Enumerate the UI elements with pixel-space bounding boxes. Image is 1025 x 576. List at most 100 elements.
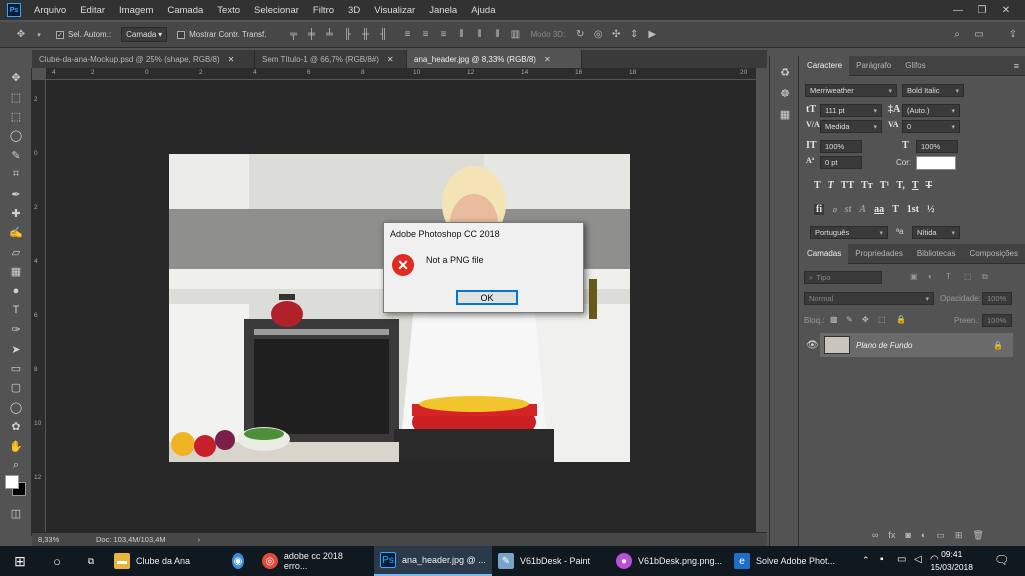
zoom-level[interactable]: 8,33% — [38, 535, 86, 544]
tray-app-icon[interactable]: ▪ — [880, 554, 884, 565]
new-layer-icon[interactable]: ⊞ — [955, 530, 963, 541]
distribute-bottom-icon[interactable]: ≡ — [437, 28, 451, 42]
tab-composicoes[interactable]: Composições — [963, 244, 1025, 264]
layer-mask-icon[interactable]: ◙ — [905, 530, 910, 541]
tab-caractere[interactable]: Caractere — [800, 55, 850, 76]
drag-3d-icon[interactable]: ✣ — [609, 28, 623, 42]
menu-texto[interactable]: Texto — [210, 5, 247, 16]
minimize-icon[interactable]: — — [946, 0, 970, 20]
faux-bold-button[interactable]: T — [814, 180, 821, 191]
align-hcenter-icon[interactable]: ╫ — [359, 28, 373, 42]
menu-selecionar[interactable]: Selecionar — [247, 5, 306, 16]
horizontal-scale-field[interactable]: 100% — [916, 140, 958, 153]
taskbar-paint[interactable]: ✎ V61bDesk - Paint — [492, 546, 610, 576]
lock-all-icon[interactable]: 🔒 — [896, 315, 906, 324]
small-caps-button[interactable]: Tт — [861, 180, 873, 191]
antialias-select[interactable]: Nítida ▾ — [912, 226, 960, 239]
taskbar-edge[interactable]: e Solve Adobe Phot... — [728, 546, 846, 576]
tracking-field[interactable]: 0 ▾ — [902, 120, 960, 133]
restore-icon[interactable]: ❐ — [970, 0, 994, 20]
font-style-select[interactable]: Bold Italic ▾ — [902, 84, 964, 97]
subscript-button[interactable]: T, — [896, 180, 904, 191]
orbit-3d-icon[interactable]: ↻ — [573, 28, 587, 42]
distribute-left-icon[interactable]: ⦀ — [455, 28, 469, 42]
horizontal-ruler[interactable]: 4 2 0 2 4 6 8 10 12 14 16 18 20 — [46, 68, 756, 80]
close-tab-icon[interactable]: ✕ — [387, 55, 394, 64]
hand-tool-icon[interactable]: ✋ — [0, 436, 32, 455]
old-style-button[interactable]: ℴ — [832, 204, 837, 215]
history-icon[interactable]: ♻ — [770, 62, 800, 83]
faux-italic-button[interactable]: T — [828, 180, 834, 191]
filter-pixel-icon[interactable]: ▣ — [910, 272, 918, 281]
task-view-button[interactable]: ⧉ — [74, 546, 108, 576]
system-clock[interactable]: 09:41 15/03/2018 — [930, 548, 973, 574]
font-size-field[interactable]: 111 pt ▾ — [820, 104, 882, 117]
font-family-select[interactable]: Merriweather ▾ — [805, 84, 897, 97]
tray-chevron-icon[interactable]: ⌃ — [862, 555, 870, 566]
scale-3d-icon[interactable]: ▶ — [645, 28, 659, 42]
tab-paragrafo[interactable]: Parágrafo — [849, 56, 898, 76]
menu-3d[interactable]: 3D — [341, 5, 367, 16]
status-menu-icon[interactable]: › — [198, 535, 201, 544]
titling-alternates-button[interactable]: T — [892, 204, 899, 215]
tool-preset-dropdown-icon[interactable]: ▾ — [32, 28, 46, 42]
move-tool-icon[interactable]: ✥ — [0, 68, 32, 87]
text-color-swatch[interactable] — [916, 156, 956, 170]
eraser-tool-icon[interactable]: ▱ — [0, 243, 32, 262]
all-caps-button[interactable]: TT — [841, 180, 854, 191]
search-icon[interactable]: ⌕ — [950, 28, 964, 42]
type-tool-icon[interactable]: T — [0, 301, 32, 320]
healing-brush-tool-icon[interactable]: ✚ — [0, 204, 32, 223]
vertical-scale-field[interactable]: 100% — [820, 140, 862, 153]
strikethrough-button[interactable]: T — [926, 180, 933, 191]
taskbar-chrome[interactable]: ◎ adobe cc 2018 erro... — [256, 546, 374, 576]
taskbar-app-globe[interactable]: ◉ — [226, 546, 256, 576]
search-button[interactable]: ○ — [40, 546, 74, 576]
tab-propriedades[interactable]: Propriedades — [848, 244, 910, 264]
distribute-hcenter-icon[interactable]: ⦀ — [473, 28, 487, 42]
distribute-right-icon[interactable]: ⦀ — [491, 28, 505, 42]
close-tab-icon[interactable]: ✕ — [544, 55, 551, 64]
opacity-field[interactable]: 100% — [982, 292, 1012, 305]
baseline-shift-field[interactable]: 0 pt — [820, 156, 862, 169]
auto-select-dropdown[interactable]: Camada ▾ — [121, 27, 168, 42]
panel-menu-icon[interactable]: ≡ — [1014, 61, 1019, 71]
quick-mask-icon[interactable]: ◫ — [0, 504, 32, 523]
align-right-icon[interactable]: ╢ — [377, 28, 391, 42]
taskbar-clube-da-ana[interactable]: ▬ Clube da Ana — [108, 546, 226, 576]
share-icon[interactable]: ⇪ — [1006, 28, 1020, 42]
swash-button[interactable]: A — [859, 204, 866, 215]
filter-adjustment-icon[interactable]: ◐ — [928, 272, 933, 281]
tab-clube-da-ana-mockup[interactable]: Clube-da-ana-Mockup.psd @ 25% (shape, RG… — [32, 50, 255, 68]
custom-shape-tool-icon[interactable]: ✿ — [0, 417, 32, 436]
lock-artboard-icon[interactable]: ⬚ — [878, 315, 886, 324]
menu-camada[interactable]: Camada — [160, 5, 210, 16]
ligatures-button[interactable]: fi — [814, 204, 825, 215]
show-transform-checkbox[interactable] — [177, 30, 186, 39]
filter-type-icon[interactable]: T — [946, 272, 951, 281]
eyedropper-tool-icon[interactable]: ✒ — [0, 184, 32, 203]
menu-filtro[interactable]: Filtro — [306, 5, 341, 16]
fractions-button[interactable]: ½ — [927, 204, 935, 215]
foreground-color-swatch[interactable] — [5, 475, 19, 489]
tab-sem-titulo-1[interactable]: Sem Título-1 @ 66,7% (RGB/8#) ✕ — [255, 50, 407, 68]
lasso-tool-icon[interactable]: ◯ — [0, 126, 32, 145]
discretionary-ligatures-button[interactable]: st — [845, 204, 852, 215]
brush-tool-icon[interactable]: ✍ — [0, 223, 32, 242]
menu-visualizar[interactable]: Visualizar — [367, 5, 422, 16]
rectangle-tool-icon[interactable]: ▭ — [0, 359, 32, 378]
auto-select-checkbox[interactable]: ✓ — [56, 30, 64, 39]
slide-3d-icon[interactable]: ⇕ — [627, 28, 641, 42]
dodge-tool-icon[interactable]: ● — [0, 281, 32, 300]
align-vcenter-icon[interactable]: ╪ — [305, 28, 319, 42]
photoshop-logo-icon[interactable]: Ps — [7, 3, 21, 17]
menu-ajuda[interactable]: Ajuda — [464, 5, 502, 16]
network-icon[interactable]: ▭ — [897, 554, 906, 565]
underline-button[interactable]: T — [912, 180, 919, 191]
brush-settings-icon[interactable]: ☸ — [770, 83, 800, 104]
ordinals-button[interactable]: 1st — [907, 204, 919, 215]
layer-style-icon[interactable]: fx — [888, 530, 895, 541]
workspace-icon[interactable]: ▭ — [972, 28, 986, 42]
swatches-grid-icon[interactable]: ▦ — [770, 104, 800, 125]
zoom-tool-icon[interactable]: ⌕ — [0, 456, 32, 475]
